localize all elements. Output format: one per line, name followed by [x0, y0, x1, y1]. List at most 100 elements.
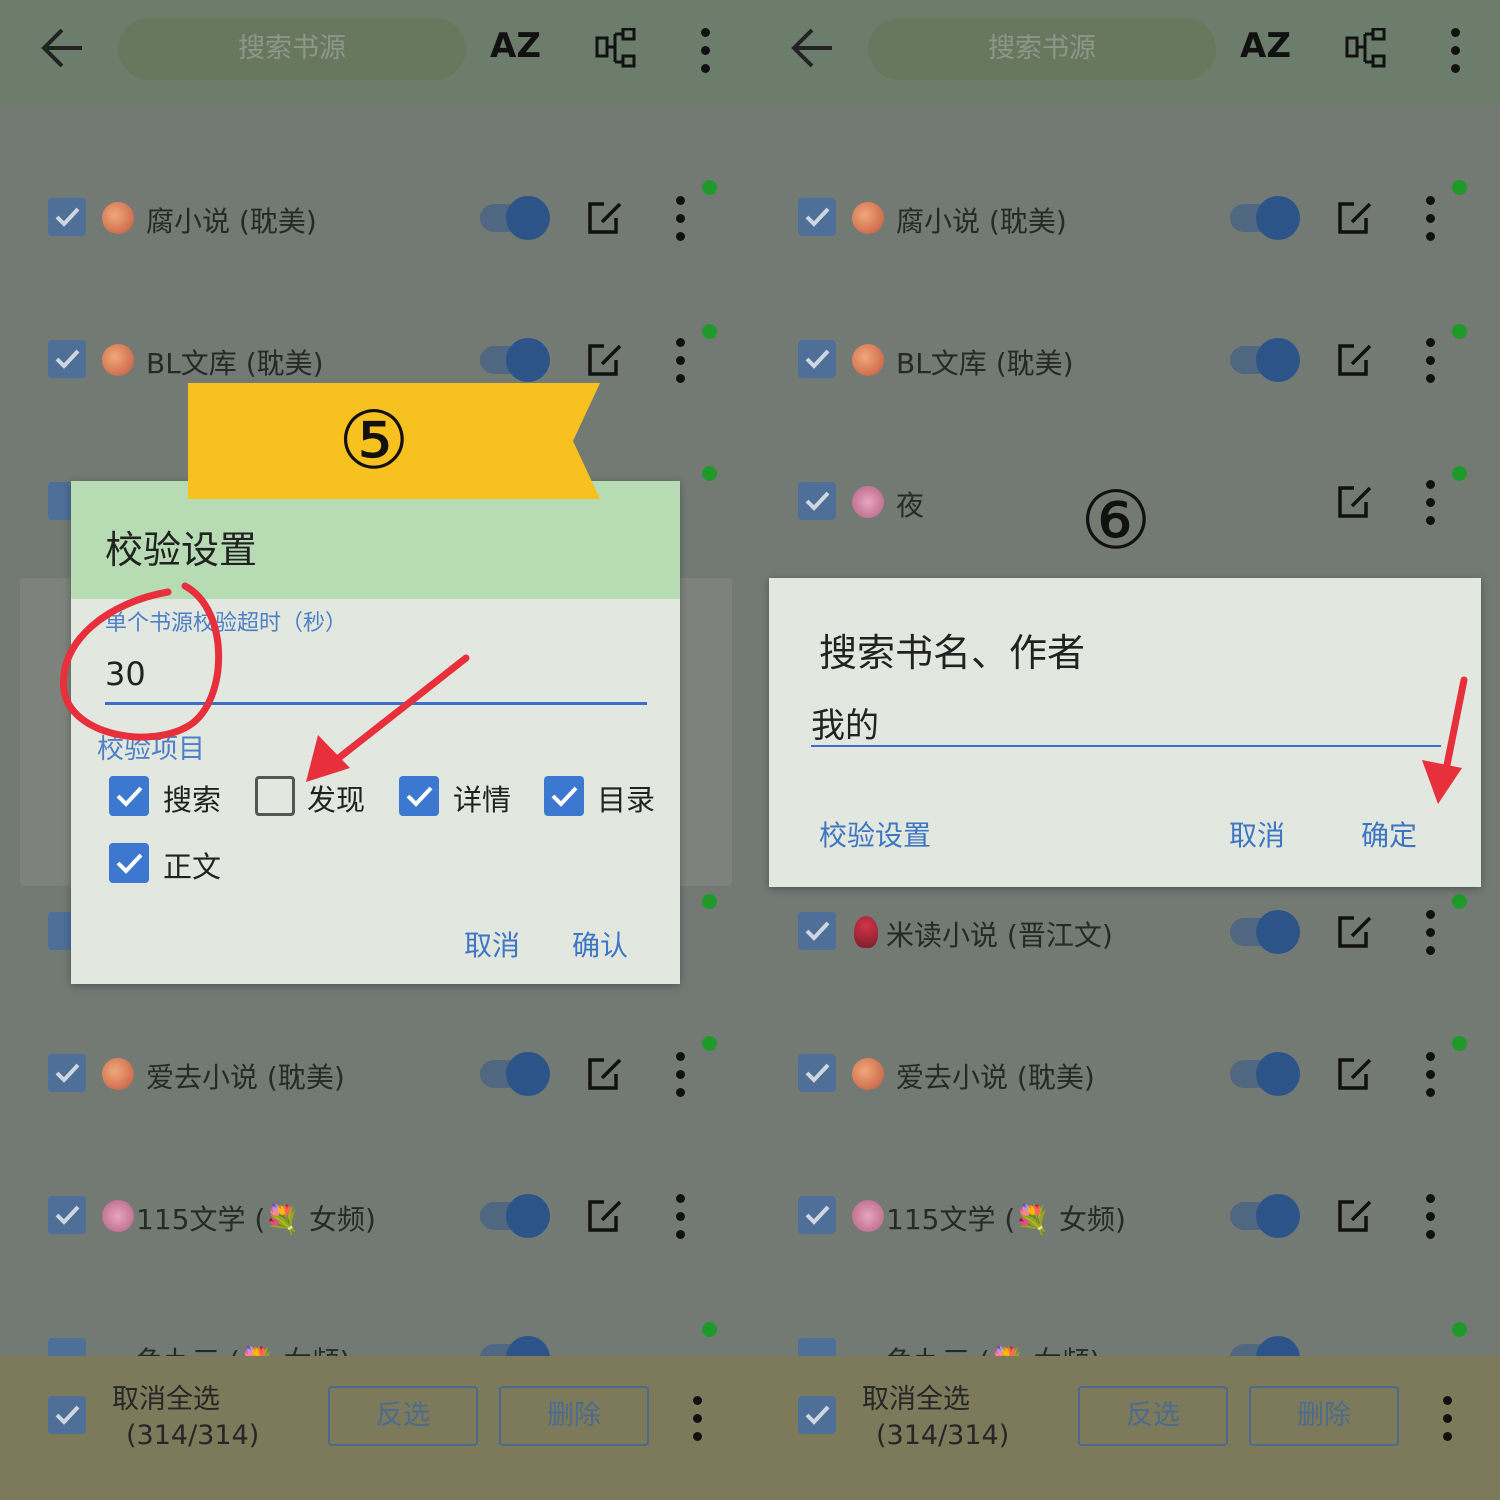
status-dot	[1452, 180, 1467, 195]
source-name: 115文学 (💐 女频)	[136, 1203, 376, 1236]
back-arrow-icon[interactable]	[38, 26, 88, 70]
enable-toggle[interactable]	[1230, 338, 1300, 382]
edit-icon[interactable]	[586, 1054, 624, 1092]
check-search-checkbox[interactable]	[109, 776, 149, 816]
row-checkbox[interactable]	[48, 1054, 86, 1092]
deselect-all-label[interactable]: 取消全选 (314/314)	[112, 1382, 259, 1454]
row-more-icon[interactable]	[673, 1052, 687, 1098]
source-row[interactable]: 米读小说 (晋江文)	[750, 890, 1500, 970]
check-toc-checkbox[interactable]	[544, 776, 584, 816]
row-checkbox[interactable]	[798, 340, 836, 378]
row-more-icon[interactable]	[1423, 338, 1437, 384]
row-checkbox[interactable]	[798, 1196, 836, 1234]
sort-az-icon[interactable]: AZ	[1240, 26, 1291, 66]
edit-icon[interactable]	[1336, 912, 1374, 950]
deselect-all-label[interactable]: 取消全选 (314/314)	[862, 1382, 1009, 1454]
edit-icon[interactable]	[1336, 340, 1374, 378]
edit-icon[interactable]	[586, 198, 624, 236]
delete-button[interactable]: 删除	[1249, 1386, 1399, 1446]
source-name: BL文库 (耽美)	[146, 347, 324, 380]
row-checkbox[interactable]	[798, 482, 836, 520]
source-name: 腐小说 (耽美)	[146, 205, 317, 238]
source-row[interactable]: 115文学 (💐 女频)	[0, 1176, 750, 1256]
more-menu-icon[interactable]	[698, 28, 712, 74]
confirm-button[interactable]: 确认	[572, 924, 628, 964]
check-toc-label: 目录	[597, 783, 656, 817]
row-more-icon[interactable]	[1423, 1194, 1437, 1240]
status-dot	[1452, 1036, 1467, 1051]
delete-button[interactable]: 删除	[499, 1386, 649, 1446]
enable-toggle[interactable]	[1230, 910, 1300, 954]
source-row[interactable]: BL文库 (耽美)	[750, 320, 1500, 400]
row-more-icon[interactable]	[1423, 1052, 1437, 1098]
enable-toggle[interactable]	[480, 1052, 550, 1096]
sort-az-icon[interactable]: AZ	[490, 26, 541, 66]
source-row[interactable]: 腐小说 (耽美)	[750, 178, 1500, 258]
edit-icon[interactable]	[586, 340, 624, 378]
more-menu-icon[interactable]	[1448, 28, 1462, 74]
row-more-icon[interactable]	[1423, 910, 1437, 956]
enable-toggle[interactable]	[1230, 1052, 1300, 1096]
timeout-input[interactable]: 30	[105, 655, 146, 693]
row-checkbox[interactable]	[798, 1054, 836, 1092]
edit-icon[interactable]	[1336, 198, 1374, 236]
select-all-checkbox[interactable]	[798, 1396, 836, 1434]
edit-icon[interactable]	[1336, 482, 1374, 520]
row-more-icon[interactable]	[1423, 196, 1437, 242]
status-dot	[1452, 324, 1467, 339]
invert-selection-button[interactable]: 反选	[1078, 1386, 1228, 1446]
toolbar: 搜索书源 AZ	[0, 0, 750, 105]
dialog-title: 搜索书名、作者	[819, 631, 1086, 675]
ok-button[interactable]: 确定	[1361, 814, 1417, 854]
selection-bar: 取消全选 (314/314) 反选 删除	[750, 1356, 1500, 1500]
tulip-icon	[854, 916, 878, 948]
peach-icon	[102, 1058, 134, 1090]
group-icon[interactable]	[1345, 28, 1389, 68]
row-checkbox[interactable]	[798, 198, 836, 236]
check-settings-dialog: 校验设置 单个书源校验超时（秒） 30 校验项目 搜索 发现 详情 目录 正文 …	[71, 481, 680, 984]
row-checkbox[interactable]	[48, 198, 86, 236]
check-settings-button[interactable]: 校验设置	[819, 814, 931, 854]
source-name: 夜	[896, 489, 925, 522]
status-dot	[1452, 1322, 1467, 1337]
check-items-label: 校验项目	[97, 734, 205, 765]
check-content-checkbox[interactable]	[109, 843, 149, 883]
group-icon[interactable]	[595, 28, 639, 68]
search-input[interactable]: 搜索书源	[118, 18, 466, 80]
enable-toggle[interactable]	[1230, 196, 1300, 240]
check-detail-checkbox[interactable]	[399, 776, 439, 816]
row-more-icon[interactable]	[673, 338, 687, 384]
edit-icon[interactable]	[1336, 1054, 1374, 1092]
right-screen: 搜索书源 AZ 腐小说 (耽美) BL文库 (耽美) 夜 米读小说 (晋江文)	[750, 0, 1500, 1500]
row-checkbox[interactable]	[48, 1196, 86, 1234]
row-more-icon[interactable]	[673, 1194, 687, 1240]
enable-toggle[interactable]	[480, 196, 550, 240]
source-row[interactable]: 爱去小说 (耽美)	[0, 1032, 750, 1112]
bottom-more-icon[interactable]	[1440, 1396, 1454, 1442]
enable-toggle[interactable]	[480, 1194, 550, 1238]
edit-icon[interactable]	[1336, 1196, 1374, 1234]
source-row[interactable]: 115文学 (💐 女频)	[750, 1176, 1500, 1256]
cancel-button[interactable]: 取消	[1229, 814, 1285, 854]
edit-icon[interactable]	[586, 1196, 624, 1234]
back-arrow-icon[interactable]	[788, 26, 838, 70]
invert-selection-button[interactable]: 反选	[328, 1386, 478, 1446]
source-row[interactable]: 爱去小说 (耽美)	[750, 1032, 1500, 1112]
check-discover-checkbox[interactable]	[255, 776, 295, 816]
search-input[interactable]: 搜索书源	[868, 18, 1216, 80]
search-book-input[interactable]: 我的	[811, 698, 879, 747]
row-more-icon[interactable]	[673, 196, 687, 242]
source-row[interactable]: 腐小说 (耽美)	[0, 178, 750, 258]
select-all-checkbox[interactable]	[48, 1396, 86, 1434]
source-name: 腐小说 (耽美)	[896, 205, 1067, 238]
bottom-more-icon[interactable]	[690, 1396, 704, 1442]
row-more-icon[interactable]	[1423, 480, 1437, 526]
source-name: 115文学 (💐 女频)	[886, 1203, 1126, 1236]
row-checkbox[interactable]	[798, 912, 836, 950]
enable-toggle[interactable]	[480, 338, 550, 382]
peach-icon	[852, 344, 884, 376]
peach-icon	[102, 202, 134, 234]
cancel-button[interactable]: 取消	[464, 924, 520, 964]
row-checkbox[interactable]	[48, 340, 86, 378]
enable-toggle[interactable]	[1230, 1194, 1300, 1238]
